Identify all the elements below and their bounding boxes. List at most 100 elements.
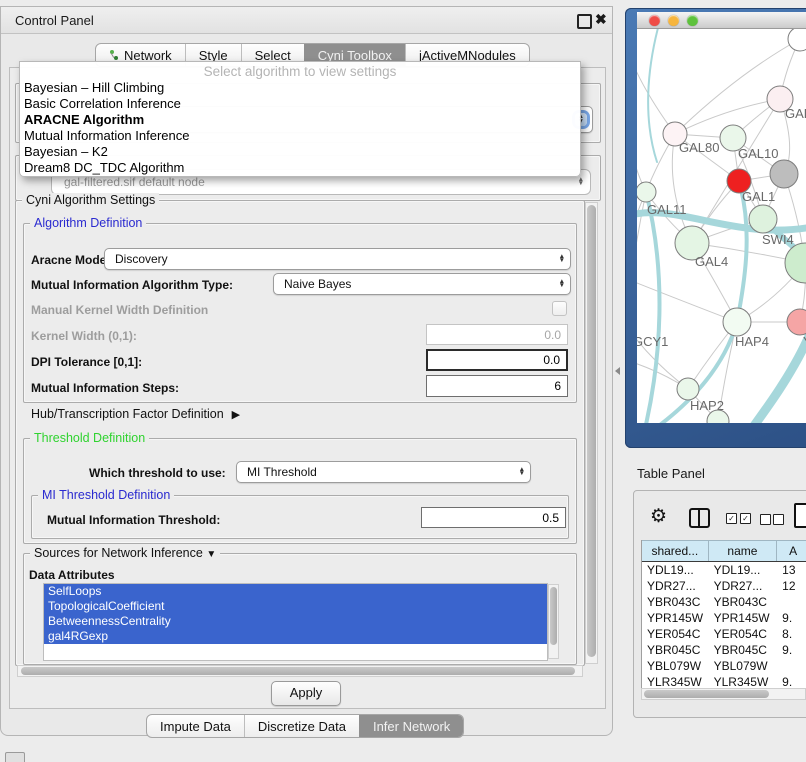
- attribute-item-selfloops[interactable]: SelfLoops: [44, 584, 547, 599]
- columns-icon[interactable]: [689, 508, 710, 528]
- deselect-all-checkbox-icon[interactable]: [760, 514, 771, 525]
- algorithm-dropdown-placeholder: Select algorithm to view settings: [20, 64, 580, 79]
- expand-arrow-icon[interactable]: ▶: [232, 409, 240, 421]
- aracne-mode-combobox[interactable]: Discovery ▲▼: [104, 248, 571, 270]
- tab-discretize-data[interactable]: Discretize Data: [244, 715, 359, 737]
- table-cell: YLR345W: [642, 674, 709, 689]
- network-node-swi4[interactable]: [749, 205, 777, 233]
- tab-infer-network[interactable]: Infer Network: [359, 715, 463, 737]
- settings-horizontal-scrollbar[interactable]: [17, 665, 583, 677]
- network-edge-highlighted[interactable]: [645, 192, 659, 423]
- network-node-gal11[interactable]: [637, 182, 656, 202]
- tab-label: Discretize Data: [258, 719, 346, 734]
- network-edge[interactable]: [637, 54, 675, 134]
- column-header-shared-[interactable]: shared...: [642, 540, 709, 561]
- network-node-hap4[interactable]: [723, 308, 751, 336]
- network-node-hap2[interactable]: [677, 378, 699, 400]
- algorithm-option-aracne-algorithm[interactable]: ARACNE Algorithm: [20, 112, 580, 128]
- kernel-width-field[interactable]: [426, 324, 568, 345]
- close-traffic-light[interactable]: [649, 15, 660, 26]
- kernel-width-label: Kernel Width (0,1):: [31, 329, 137, 343]
- tab-label: Infer Network: [373, 719, 450, 734]
- table-row[interactable]: YPR145WYPR145W9.: [642, 610, 806, 626]
- gear-icon[interactable]: ⚙: [650, 505, 667, 528]
- table-header-row: shared...nameA: [642, 540, 806, 562]
- table-cell: YDR27...: [642, 578, 709, 594]
- deselect-all-checkbox-icon2[interactable]: [773, 514, 784, 525]
- export-table-icon[interactable]: [794, 503, 806, 528]
- collapse-arrow-icon[interactable]: ▼: [206, 549, 216, 560]
- screen: Control Panel ✖ NetworkStyleSelectCyni T…: [0, 0, 806, 762]
- table-row[interactable]: YDL19...YDL19...13: [642, 562, 806, 578]
- data-table-combobox-value: gal-filtered.sif default node: [64, 175, 205, 189]
- network-node[interactable]: [788, 29, 806, 51]
- manual-kernel-checkbox[interactable]: [552, 301, 567, 316]
- float-window-icon[interactable]: [577, 14, 592, 29]
- data-attributes-list[interactable]: SelfLoopsTopologicalCoefficientBetweenne…: [43, 583, 548, 661]
- algorithm-option-basic-correlation-inference[interactable]: Basic Correlation Inference: [20, 96, 580, 112]
- mi-threshold-field[interactable]: [421, 507, 566, 528]
- attributes-list-scrollbar[interactable]: [548, 584, 559, 659]
- table-row[interactable]: YER054CYER054C8.: [642, 626, 806, 642]
- mi-steps-field[interactable]: [426, 375, 568, 397]
- column-header-a[interactable]: A: [777, 540, 806, 561]
- node-label: GAL4: [695, 254, 728, 269]
- minimize-traffic-light[interactable]: [668, 15, 679, 26]
- table-horizontal-scrollbar[interactable]: [641, 688, 806, 700]
- scrollbar-thumb[interactable]: [21, 667, 575, 675]
- table-row[interactable]: YLR345WYLR345W9.: [642, 674, 806, 689]
- scrollbar-thumb[interactable]: [644, 690, 769, 698]
- attribute-item-gal4rgexp[interactable]: gal4RGexp: [44, 629, 547, 644]
- network-node[interactable]: [770, 160, 798, 188]
- splitpane-collapse-icon[interactable]: [615, 367, 620, 375]
- apply-button[interactable]: Apply: [271, 681, 341, 706]
- table-row[interactable]: YDR27...YDR27...12: [642, 578, 806, 594]
- network-canvas[interactable]: GALGAL80GAL10GAL1GAL11SWI4GAL4GCY1HAP4YH…: [637, 29, 806, 423]
- table-row[interactable]: YBR043CYBR043C: [642, 594, 806, 610]
- table-cell: 13: [777, 562, 806, 578]
- table-cell: YER054C: [709, 626, 778, 642]
- node-label: SWI4: [762, 232, 794, 247]
- dpi-tolerance-field[interactable]: [426, 349, 568, 371]
- network-node-y[interactable]: [787, 309, 806, 335]
- data-attributes-label: Data Attributes: [29, 568, 115, 582]
- panel-corner-button[interactable]: [5, 752, 25, 762]
- scrollbar-thumb[interactable]: [550, 587, 557, 645]
- network-window-titlebar[interactable]: [637, 12, 806, 29]
- node-label: GAL: [785, 106, 806, 121]
- attribute-item-topologicalcoefficient[interactable]: TopologicalCoefficient: [44, 599, 547, 614]
- algorithm-definition-title: Algorithm Definition: [30, 216, 146, 230]
- table-row[interactable]: YBR045CYBR045C9.: [642, 642, 806, 658]
- tab-impute-data[interactable]: Impute Data: [147, 715, 244, 737]
- algorithm-option-mutual-information-inference[interactable]: Mutual Information Inference: [20, 128, 580, 144]
- select-all-checkbox-icon[interactable]: ✓: [726, 513, 737, 524]
- table-row[interactable]: YBL079WYBL079W: [642, 658, 806, 674]
- algorithm-option-dream8-dc-tdc-algorithm[interactable]: Dream8 DC_TDC Algorithm: [20, 160, 580, 176]
- manual-kernel-label: Manual Kernel Width Definition: [31, 303, 208, 317]
- settings-vertical-scrollbar[interactable]: [585, 202, 598, 664]
- column-header-name[interactable]: name: [709, 540, 778, 561]
- network-edge[interactable]: [637, 279, 737, 322]
- zoom-traffic-light[interactable]: [687, 15, 698, 26]
- close-icon[interactable]: ✖: [595, 11, 607, 28]
- algorithm-option-bayesian-hill-climbing[interactable]: Bayesian – Hill Climbing: [20, 80, 580, 96]
- algorithm-option-bayesian-k2[interactable]: Bayesian – K2: [20, 144, 580, 160]
- network-edge[interactable]: [637, 114, 646, 192]
- hub-definition-toggle[interactable]: Hub/Transcription Factor Definition▶: [31, 407, 240, 421]
- mi-type-combobox[interactable]: Naive Bayes ▲▼: [273, 273, 571, 295]
- network-node[interactable]: [785, 243, 806, 283]
- cyni-bottom-tabbar: Impute Data Discretize Data Infer Network: [146, 714, 464, 738]
- table-panel-title: Table Panel: [637, 466, 705, 481]
- network-edge-highlighted[interactable]: [737, 189, 747, 322]
- table-cell: [777, 594, 806, 610]
- control-panel-titlebar[interactable]: Control Panel ✖: [1, 7, 612, 34]
- mi-threshold-label: Mutual Information Threshold:: [47, 513, 220, 527]
- which-threshold-combobox[interactable]: MI Threshold ▲▼: [236, 461, 531, 483]
- node-table: shared...nameA YDL19...YDL19...13YDR27..…: [641, 540, 806, 689]
- control-panel-window: Control Panel ✖ NetworkStyleSelectCyni T…: [0, 6, 613, 736]
- node-label: HAP4: [735, 334, 769, 349]
- select-all-checkbox-icon2[interactable]: ✓: [740, 513, 751, 524]
- scrollbar-thumb[interactable]: [587, 205, 596, 657]
- attribute-item-betweennesscentrality[interactable]: BetweennessCentrality: [44, 614, 547, 629]
- node-label: GCY1: [637, 334, 668, 349]
